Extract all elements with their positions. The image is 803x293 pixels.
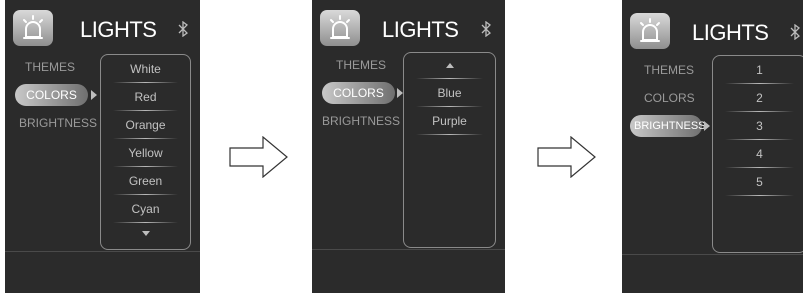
header: LIGHTS — [312, 10, 505, 54]
option-orange[interactable]: Orange — [101, 113, 190, 141]
option-level-4[interactable]: 4 — [713, 142, 803, 170]
menu-item-themes[interactable]: THEMES — [336, 54, 386, 76]
menu-item-colors[interactable]: COLORS — [644, 87, 695, 109]
option-level-2[interactable]: 2 — [713, 86, 803, 114]
screen-colors-page-1: LIGHTS THEMES COLORS BRIGHTNESS White Re… — [5, 0, 200, 293]
light-alarm-icon — [320, 10, 360, 46]
header: LIGHTS — [622, 13, 803, 57]
option-green[interactable]: Green — [101, 169, 190, 197]
selection-pointer — [91, 90, 97, 100]
color-options-panel: White Red Orange Yellow Green Cyan — [100, 54, 191, 250]
footer-divider — [5, 251, 200, 252]
menu-item-themes[interactable]: THEMES — [644, 59, 694, 81]
menu-item-brightness[interactable]: BRIGHTNESS — [19, 112, 97, 134]
screen-brightness: LIGHTS THEMES COLORS BRIGHTNESS 1 2 3 4 … — [622, 0, 803, 293]
bluetooth-icon — [789, 24, 801, 40]
page-title: LIGHTS — [80, 17, 157, 42]
option-cyan[interactable]: Cyan — [101, 197, 190, 225]
menu-item-themes[interactable]: THEMES — [25, 56, 75, 78]
light-alarm-icon — [630, 13, 670, 49]
option-blue[interactable]: Blue — [404, 81, 495, 109]
menu-item-colors[interactable]: COLORS — [322, 82, 395, 104]
menu-item-brightness[interactable]: BRIGHTNESS — [630, 115, 706, 137]
menu-item-colors[interactable]: COLORS — [15, 84, 88, 106]
right-arrow-icon — [229, 135, 289, 183]
color-options-panel: Blue Purple — [403, 52, 496, 248]
option-yellow[interactable]: Yellow — [101, 141, 190, 169]
option-purple[interactable]: Purple — [404, 109, 495, 137]
bluetooth-icon — [480, 21, 492, 37]
footer-divider — [622, 254, 803, 255]
bluetooth-icon — [177, 21, 189, 37]
option-white[interactable]: White — [101, 57, 190, 85]
footer-divider — [312, 249, 505, 250]
brightness-options-panel: 1 2 3 4 5 — [712, 55, 803, 253]
option-spacer — [404, 53, 495, 81]
page-title: LIGHTS — [692, 20, 769, 45]
light-alarm-icon — [13, 10, 53, 46]
header: LIGHTS — [5, 10, 200, 54]
screen-colors-page-2: LIGHTS THEMES COLORS BRIGHTNESS Blue Pur… — [312, 0, 505, 293]
menu-item-brightness[interactable]: BRIGHTNESS — [322, 110, 400, 132]
option-level-5[interactable]: 5 — [713, 170, 803, 198]
option-level-1[interactable]: 1 — [713, 58, 803, 86]
option-red[interactable]: Red — [101, 85, 190, 113]
right-arrow-icon — [537, 135, 597, 183]
scroll-down-icon[interactable] — [141, 231, 150, 236]
option-level-3[interactable]: 3 — [713, 114, 803, 142]
selection-pointer — [704, 121, 710, 131]
page-title: LIGHTS — [382, 17, 459, 42]
